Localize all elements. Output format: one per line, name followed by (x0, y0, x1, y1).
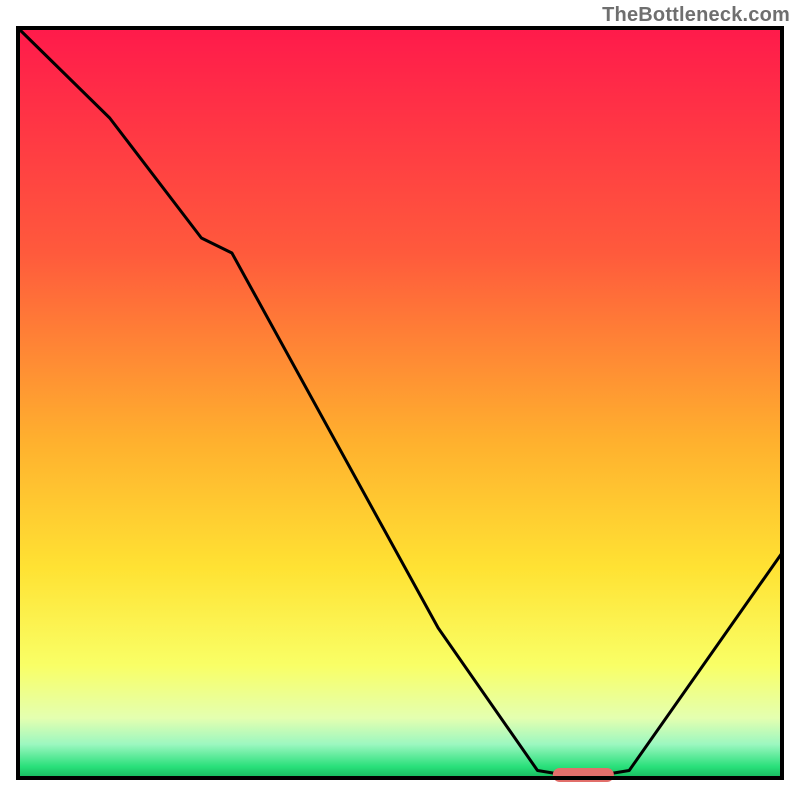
bottleneck-chart (0, 0, 800, 800)
watermark-text: TheBottleneck.com (602, 4, 790, 27)
plot-background (18, 28, 782, 778)
chart-container: TheBottleneck.com (0, 0, 800, 800)
